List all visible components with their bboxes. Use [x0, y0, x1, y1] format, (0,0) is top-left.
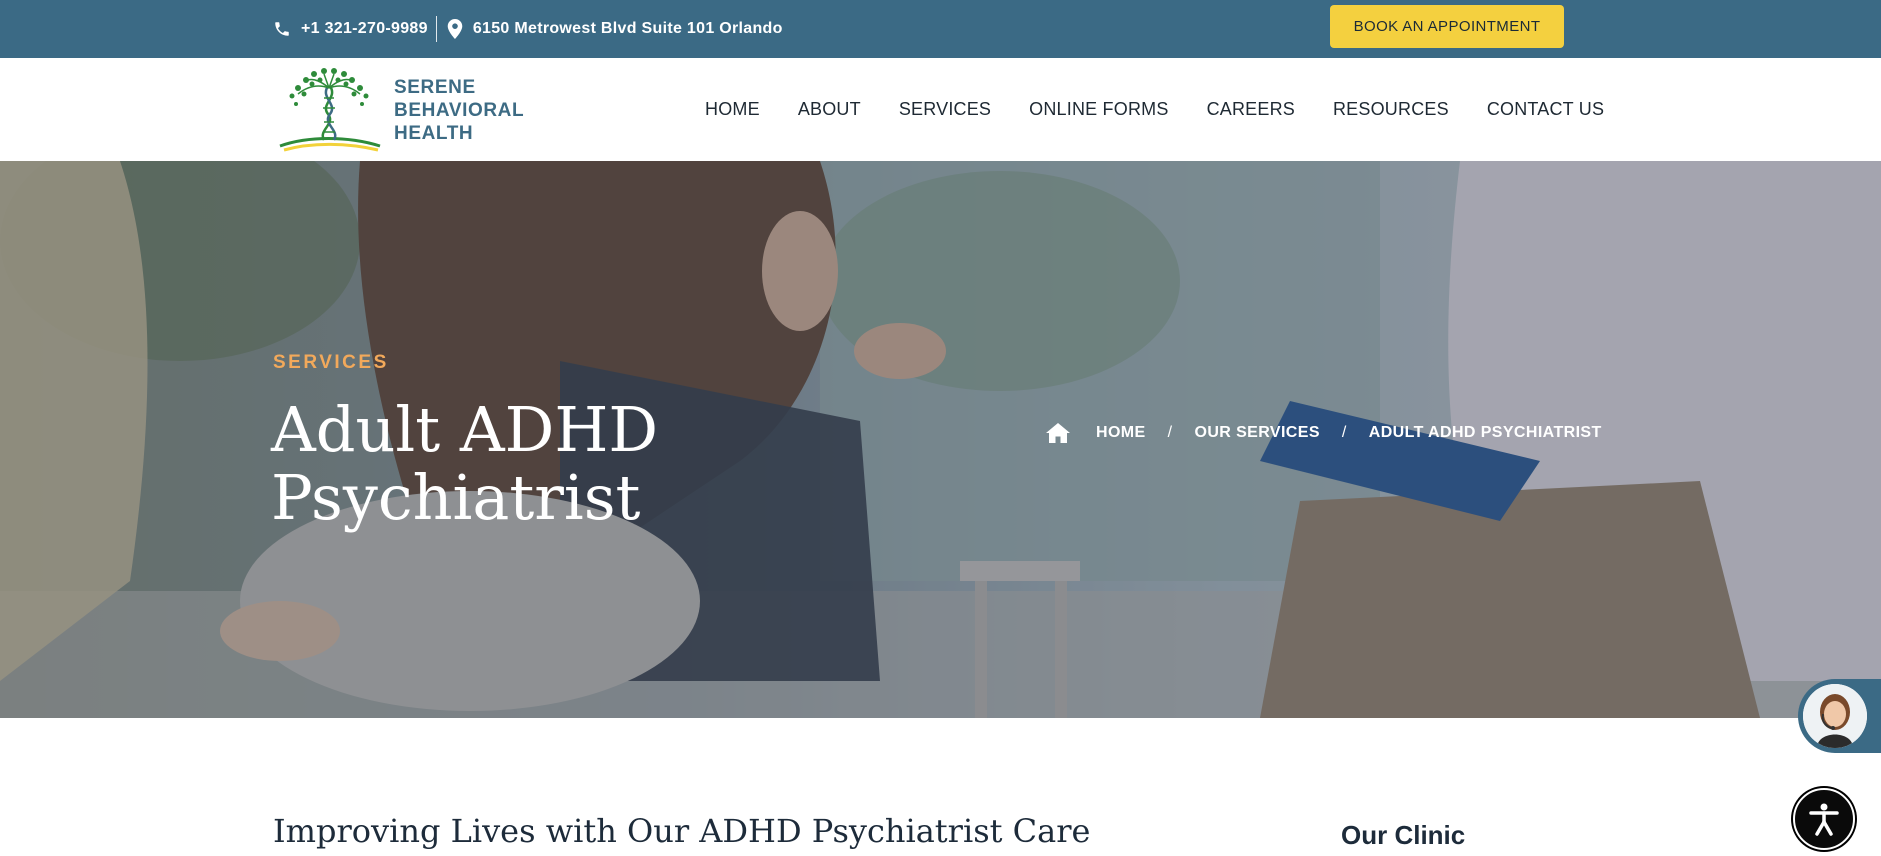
breadcrumb: HOME / OUR SERVICES / ADULT ADHD PSYCHIA…: [1046, 423, 1602, 443]
accessibility-icon: [1809, 803, 1839, 836]
sidebar-heading: Our Clinic: [1341, 820, 1466, 850]
address-text: 6150 Metrowest Blvd Suite 101 Orlando: [472, 20, 783, 37]
site-logo[interactable]: SERENE BEHAVIORAL HEALTH: [278, 66, 524, 154]
contact-divider: [435, 16, 437, 42]
nav-careers[interactable]: CAREERS: [1207, 99, 1295, 120]
breadcrumb-separator: /: [1341, 424, 1347, 441]
tree-dna-logo-icon: [279, 68, 381, 152]
logo-line-2: BEHAVIORAL: [394, 99, 525, 121]
support-agent-avatar: [1803, 684, 1867, 748]
main-nav: HOME ABOUT SERVICES ONLINE FORMS CAREERS…: [705, 58, 1604, 161]
book-appointment-button[interactable]: BOOK AN APPOINTMENT: [1330, 5, 1564, 48]
logo-line-3: HEALTH: [394, 122, 474, 144]
nav-home[interactable]: HOME: [705, 99, 760, 120]
phone-link[interactable]: +1 321-270-9989: [273, 20, 428, 38]
top-contact-bar: +1 321-270-9989 6150 Metrowest Blvd Suit…: [0, 0, 1881, 58]
accessibility-button[interactable]: [1793, 788, 1855, 850]
section-heading: Improving Lives with Our ADHD Psychiatri…: [273, 812, 1091, 850]
breadcrumb-separator: /: [1167, 424, 1173, 441]
hero-banner: SERVICES Adult ADHD Psychiatrist HOME / …: [0, 161, 1881, 718]
breadcrumb-home[interactable]: HOME: [1096, 424, 1146, 442]
site-header: SERENE BEHAVIORAL HEALTH HOME ABOUT SERV…: [0, 58, 1881, 161]
agent-avatar-icon: [1803, 684, 1867, 748]
breadcrumb-our-services[interactable]: OUR SERVICES: [1194, 424, 1319, 442]
contact-info: +1 321-270-9989 6150 Metrowest Blvd Suit…: [273, 0, 783, 58]
nav-resources[interactable]: RESOURCES: [1333, 99, 1449, 120]
page-title-line-1: Adult ADHD: [271, 393, 659, 466]
nav-services[interactable]: SERVICES: [899, 99, 991, 120]
map-pin-icon: [447, 19, 463, 39]
page-title: Adult ADHD Psychiatrist: [271, 396, 871, 532]
nav-contact-us[interactable]: CONTACT US: [1487, 99, 1604, 120]
breadcrumb-current: ADULT ADHD PSYCHIATRIST: [1368, 424, 1602, 441]
phone-number: +1 321-270-9989: [301, 20, 428, 37]
home-icon[interactable]: [1046, 423, 1070, 443]
nav-about[interactable]: ABOUT: [798, 99, 861, 120]
address-link[interactable]: 6150 Metrowest Blvd Suite 101 Orlando: [447, 19, 783, 39]
hero-eyebrow: SERVICES: [273, 352, 389, 373]
logo-line-1: SERENE: [394, 76, 476, 98]
page-title-line-2: Psychiatrist: [271, 461, 641, 534]
phone-icon: [275, 22, 289, 36]
live-chat-widget[interactable]: [1798, 679, 1881, 753]
logo-wordmark: SERENE BEHAVIORAL HEALTH: [394, 76, 524, 145]
nav-online-forms[interactable]: ONLINE FORMS: [1029, 99, 1168, 120]
